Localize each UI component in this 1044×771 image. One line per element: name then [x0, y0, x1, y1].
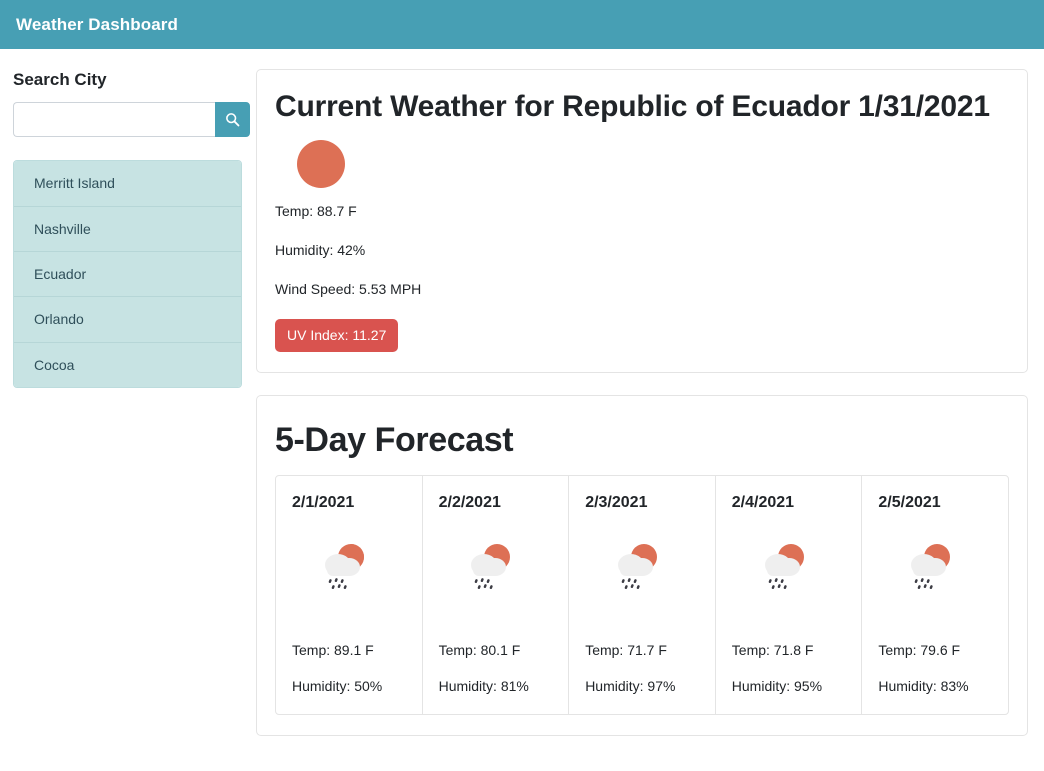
city-list-item[interactable]: Nashville — [14, 206, 241, 252]
city-list-item[interactable]: Ecuador — [14, 251, 241, 298]
cloud-sun-rain-icon — [878, 522, 992, 608]
cloud-sun-rain-icon — [292, 522, 406, 608]
cloud-sun-rain-icon — [732, 522, 846, 608]
search-input[interactable] — [13, 102, 215, 138]
current-weather-card: Current Weather for Republic of Ecuador … — [256, 69, 1028, 373]
forecast-day: 2/3/2021 Temp: 71.7 F Humidity: 97% — [569, 475, 716, 714]
city-list-item[interactable]: Cocoa — [14, 342, 241, 387]
current-weather-title: Current Weather for Republic of Ecuador … — [275, 90, 990, 123]
forecast-humidity: Humidity: 95% — [731, 677, 823, 694]
search-form — [13, 102, 250, 138]
forecast-humidity: Humidity: 83% — [878, 677, 969, 694]
forecast-day: 2/4/2021 Temp: 71.8 F Humidity: 95% — [716, 475, 863, 714]
forecast-day: 2/1/2021 Temp: 89.1 F Humidity: 50% — [276, 475, 423, 714]
app-header: Weather Dashboard — [0, 0, 1044, 49]
forecast-temp: Temp: 80.1 F — [438, 641, 521, 658]
current-temp: Temp: 88.7 F — [275, 202, 357, 219]
cloud-sun-rain-icon — [439, 522, 553, 608]
forecast-temp: Temp: 71.7 F — [585, 641, 667, 658]
sidebar: Search City Merritt Island Nashville Ecu… — [0, 49, 256, 388]
search-icon — [225, 112, 240, 127]
city-list-item[interactable]: Orlando — [14, 297, 241, 343]
city-history-list: Merritt Island Nashville Ecuador Orlando… — [13, 160, 242, 388]
uv-index-badge[interactable]: UV Index: 11.27 — [275, 319, 399, 352]
search-button[interactable] — [215, 102, 250, 138]
forecast-temp: Temp: 71.8 F — [731, 641, 814, 658]
forecast-humidity: Humidity: 81% — [438, 677, 529, 694]
forecast-date: 2/3/2021 — [585, 493, 648, 511]
forecast-card: 5-Day Forecast 2/1/2021 Temp: 89.1 F Hum… — [256, 394, 1028, 736]
forecast-humidity: Humidity: 97% — [585, 677, 676, 694]
forecast-date: 2/1/2021 — [292, 493, 355, 511]
forecast-row: 2/1/2021 Temp: 89.1 F Humidity: 50% 2/2/… — [275, 474, 1009, 715]
page-body: Search City Merritt Island Nashville Ecu… — [0, 49, 1044, 736]
current-humidity: Humidity: 42% — [275, 241, 366, 258]
forecast-humidity: Humidity: 50% — [292, 677, 383, 694]
cloud-sun-rain-icon — [585, 522, 699, 608]
forecast-temp: Temp: 79.6 F — [878, 641, 961, 658]
forecast-day: 2/2/2021 Temp: 80.1 F Humidity: 81% — [423, 475, 570, 714]
forecast-title: 5-Day Forecast — [275, 420, 514, 459]
app-title: Weather Dashboard — [16, 14, 178, 34]
search-city-label: Search City — [13, 70, 107, 89]
forecast-date: 2/5/2021 — [878, 493, 941, 511]
forecast-date: 2/2/2021 — [438, 493, 501, 511]
forecast-temp: Temp: 89.1 F — [292, 641, 374, 658]
sun-icon — [297, 139, 345, 188]
forecast-date: 2/4/2021 — [731, 493, 795, 511]
city-list-item[interactable]: Merritt Island — [14, 161, 241, 207]
current-wind-speed: Wind Speed: 5.53 MPH — [275, 280, 422, 297]
forecast-day: 2/5/2021 Temp: 79.6 F Humidity: 83% — [862, 476, 1008, 714]
main-content: Current Weather for Republic of Ecuador … — [256, 49, 1044, 736]
